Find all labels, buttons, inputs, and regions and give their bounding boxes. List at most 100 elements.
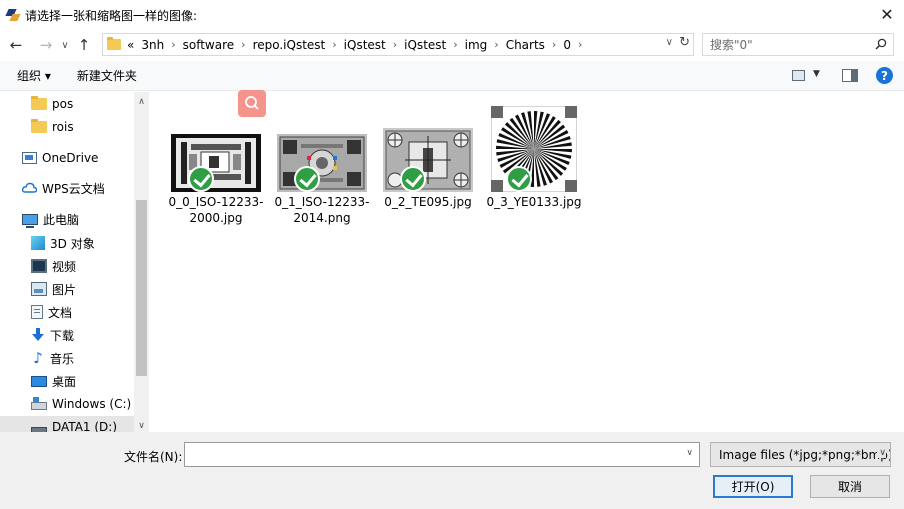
chevron-down-icon: ∨ xyxy=(877,448,886,458)
onedrive-icon xyxy=(22,152,37,164)
cancel-button[interactable]: 取消 xyxy=(810,475,890,498)
search-input[interactable] xyxy=(710,37,860,52)
chevron-right-icon[interactable]: › xyxy=(171,38,175,51)
sidebar-item-label: pos xyxy=(52,97,74,111)
check-icon xyxy=(400,166,426,192)
chevron-right-icon[interactable]: › xyxy=(332,38,336,51)
iso-12233-2000-chart-image xyxy=(171,134,261,192)
chevron-right-icon[interactable]: › xyxy=(241,38,245,51)
file-thumbnail xyxy=(166,100,266,192)
chevron-right-icon[interactable]: › xyxy=(393,38,397,51)
sidebar-item[interactable]: ♪ 音乐 xyxy=(0,347,74,369)
back-button[interactable]: ← xyxy=(6,34,26,56)
file-thumbnail xyxy=(272,100,372,192)
close-button[interactable]: ✕ xyxy=(874,2,900,26)
forward-button[interactable]: → xyxy=(36,34,56,56)
help-icon[interactable]: ? xyxy=(876,67,893,84)
chevron-right-icon[interactable]: › xyxy=(494,38,498,51)
breadcrumb-item[interactable]: Charts xyxy=(506,38,545,52)
pc-icon xyxy=(22,213,38,228)
sidebar-item[interactable]: rois xyxy=(0,116,74,138)
filename-combobox[interactable]: ∨ xyxy=(184,442,700,467)
breadcrumb-item[interactable]: 0 xyxy=(563,38,571,52)
address-bar[interactable]: « 3nh › software › repo.iQstest › iQstest › iQste… xyxy=(102,33,694,56)
filename-input[interactable] xyxy=(185,443,675,466)
download-icon xyxy=(31,328,45,342)
navigation-pane: pos rois OneDrive WPS云文档此电脑 3D 对象视频图片文档下载 ♪ 音乐… xyxy=(0,92,148,432)
sidebar-scroll-thumb[interactable] xyxy=(136,200,147,376)
open-button[interactable]: 打开(O) xyxy=(713,475,793,498)
sidebar-item[interactable]: WPS云文档 xyxy=(0,177,105,199)
sidebar-item-label: WPS云文档 xyxy=(42,181,105,196)
organize-menu[interactable]: 组织 ▾ xyxy=(17,67,51,84)
sidebar-item[interactable]: DATA1 (D:) xyxy=(0,416,134,432)
folder-icon xyxy=(31,119,47,133)
bottom-panel: 文件名(N): ∨ Image files (*jpg;*png;*bmp) ∨… xyxy=(0,432,904,509)
breadcrumb-item[interactable]: software xyxy=(183,38,235,52)
arrow-right-icon: → xyxy=(39,36,53,54)
sidebar-item[interactable]: 图片 xyxy=(0,278,76,300)
iso-12233-2014-chart-image xyxy=(277,134,367,192)
app-icon xyxy=(7,9,19,21)
sidebar-item-label: 下载 xyxy=(50,328,75,343)
sidebar-item-label: 3D 对象 xyxy=(50,236,95,251)
sidebar-item-label: 音乐 xyxy=(50,351,75,366)
breadcrumb-item[interactable]: iQstest xyxy=(404,38,446,52)
chevron-down-icon: ∨ xyxy=(61,39,69,51)
sidebar-item[interactable]: pos xyxy=(0,93,73,115)
search-box[interactable] xyxy=(702,33,894,56)
file-item[interactable]: 0_3_YE0133.jpg xyxy=(484,100,584,210)
music-icon: ♪ xyxy=(33,349,43,367)
sidebar-item[interactable]: 此电脑 xyxy=(0,208,79,230)
chevron-right-icon[interactable]: › xyxy=(578,38,582,51)
close-icon: ✕ xyxy=(880,4,894,24)
preview-pane-icon[interactable] xyxy=(842,69,858,82)
search-icon[interactable] xyxy=(875,38,887,50)
recent-locations-button[interactable]: ∨ xyxy=(58,34,72,56)
scroll-up-icon[interactable]: ∧ xyxy=(134,94,149,109)
scroll-down-icon[interactable]: ∨ xyxy=(134,418,149,433)
view-options-icon[interactable] xyxy=(792,70,805,81)
folder-icon xyxy=(31,96,47,110)
breadcrumb-item[interactable]: repo.iQstest xyxy=(253,38,326,52)
file-name: 0_2_TE095.jpg xyxy=(384,195,472,209)
file-item[interactable]: 0_0_ISO-12233-2000.jpg xyxy=(166,100,266,226)
file-type-filter[interactable]: Image files (*jpg;*png;*bmp) ∨ xyxy=(710,442,891,467)
up-button[interactable]: ↑ xyxy=(74,34,94,56)
sidebar-item[interactable]: OneDrive xyxy=(0,147,98,169)
check-icon xyxy=(294,166,320,192)
check-icon xyxy=(188,166,214,192)
file-item[interactable]: 0_2_TE095.jpg xyxy=(378,100,478,210)
sidebar-item[interactable]: 视频 xyxy=(0,255,76,277)
sidebar-item[interactable]: 下载 xyxy=(0,324,74,346)
chevron-down-icon[interactable]: ∨ xyxy=(686,448,693,458)
file-name: 0_1_ISO-12233-2014.png xyxy=(274,195,370,225)
pictures-icon xyxy=(31,282,47,296)
desktop-icon xyxy=(31,375,47,387)
file-item[interactable]: 0_1_ISO-12233-2014.png xyxy=(272,100,372,226)
sidebar-item-label: OneDrive xyxy=(42,151,99,165)
sidebar-item[interactable]: 文档 xyxy=(0,301,72,323)
sidebar-item[interactable]: 桌面 xyxy=(0,370,76,392)
breadcrumb-overflow[interactable]: « xyxy=(127,38,134,52)
breadcrumb-item[interactable]: img xyxy=(465,38,488,52)
chevron-right-icon[interactable]: › xyxy=(552,38,556,51)
breadcrumb-item[interactable]: iQstest xyxy=(344,38,386,52)
sidebar-item[interactable]: 3D 对象 xyxy=(0,232,95,254)
new-folder-button[interactable]: 新建文件夹 xyxy=(77,67,137,84)
sidebar-item-label: 桌面 xyxy=(52,374,77,389)
sidebar-item-label: 图片 xyxy=(52,282,77,297)
chevron-right-icon[interactable]: › xyxy=(453,38,457,51)
breadcrumb: « 3nh › software › repo.iQstest › iQstest › iQste… xyxy=(127,38,589,52)
title-bar: 请选择一张和缩略图一样的图像: ✕ xyxy=(0,0,904,30)
refresh-icon[interactable]: ↻ xyxy=(679,35,690,50)
wps-cloud-icon xyxy=(21,182,38,194)
address-dropdown-icon[interactable]: ∨ xyxy=(666,37,673,48)
view-dropdown-icon[interactable]: ▼ xyxy=(813,69,820,79)
sidebar-item[interactable]: Windows (C:) xyxy=(0,393,131,415)
sidebar-item-label: DATA1 (D:) xyxy=(52,420,118,432)
sidebar-item-label: 视频 xyxy=(52,259,77,274)
file-name: 0_3_YE0133.jpg xyxy=(486,195,582,209)
sidebar-item-label: 文档 xyxy=(48,305,73,320)
breadcrumb-item[interactable]: 3nh xyxy=(141,38,164,52)
